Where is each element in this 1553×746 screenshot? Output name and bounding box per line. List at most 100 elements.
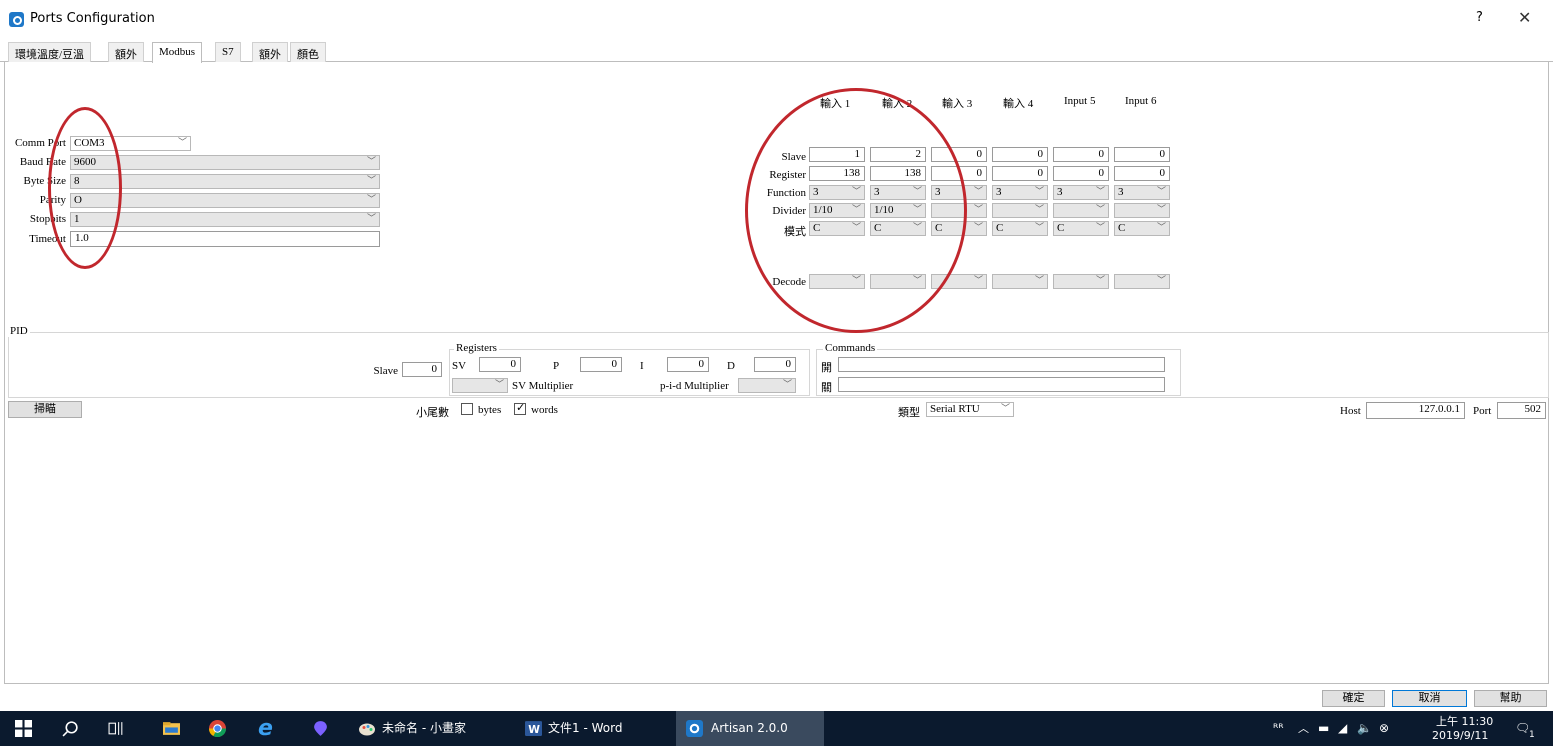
scan-button[interactable]: 掃瞄 bbox=[8, 401, 82, 418]
chevron-down-icon: ﹀ bbox=[1156, 205, 1166, 215]
taskbar-item-word[interactable]: 文件1 - Word bbox=[548, 711, 622, 746]
function-select-6[interactable]: 3 ﹀ bbox=[1114, 185, 1170, 200]
register-input-4[interactable]: 0 bbox=[992, 166, 1048, 181]
input-3-header: 輸入 3 bbox=[942, 98, 973, 110]
function-select-5[interactable]: 3 ﹀ bbox=[1053, 185, 1109, 200]
search-icon[interactable] bbox=[62, 720, 79, 737]
chevron-down-icon: ﹀ bbox=[1000, 404, 1010, 414]
chevron-down-icon: ﹀ bbox=[494, 380, 504, 390]
close-icon[interactable]: ✕ bbox=[1518, 8, 1531, 27]
off-command-label: 關 bbox=[821, 382, 832, 394]
on-command-input[interactable] bbox=[838, 357, 1165, 372]
pid-multiplier-select[interactable]: ﹀ bbox=[738, 378, 796, 393]
taskbar-item-paint[interactable]: 未命名 - 小畫家 bbox=[382, 711, 466, 746]
mode-select-6[interactable]: C ﹀ bbox=[1114, 221, 1170, 236]
maps-pin-icon[interactable] bbox=[312, 720, 329, 737]
function-select-4[interactable]: 3 ﹀ bbox=[992, 185, 1048, 200]
decode-select-4[interactable]: ﹀ bbox=[992, 274, 1048, 289]
divider-select-5[interactable]: ﹀ bbox=[1053, 203, 1109, 218]
divider-select-4[interactable]: ﹀ bbox=[992, 203, 1048, 218]
notification-icon[interactable]: 🗨 bbox=[1515, 711, 1530, 746]
register-input-6[interactable]: 0 bbox=[1114, 166, 1170, 181]
tab-color[interactable]: 顏色 bbox=[290, 42, 326, 62]
pid-multiplier-label: p-i-d Multiplier bbox=[660, 380, 729, 392]
p-input[interactable]: 0 bbox=[580, 357, 622, 372]
chevron-down-icon: ﹀ bbox=[1034, 187, 1044, 197]
svg-text:W: W bbox=[528, 723, 540, 736]
host-input[interactable]: 127.0.0.1 bbox=[1366, 402, 1465, 419]
registers-group-title: Registers bbox=[454, 342, 499, 354]
sv-input[interactable]: 0 bbox=[479, 357, 521, 372]
chevron-down-icon: ﹀ bbox=[973, 187, 983, 197]
taskbar: e 未命名 - 小畫家 W 文件1 - Word Artisan 2.0.0 ᴿ… bbox=[0, 711, 1553, 746]
chevron-down-icon: ﹀ bbox=[1156, 187, 1166, 197]
tab-modbus[interactable]: Modbus bbox=[152, 42, 203, 63]
battery-icon[interactable]: ▬ bbox=[1318, 711, 1329, 746]
ok-button[interactable]: 確定 bbox=[1322, 690, 1385, 707]
off-command-input[interactable] bbox=[838, 377, 1165, 392]
mode-select-4[interactable]: C ﹀ bbox=[992, 221, 1048, 236]
pid-slave-input[interactable]: 0 bbox=[402, 362, 442, 377]
annotation-ellipse-inputs bbox=[745, 88, 967, 333]
port-input[interactable]: 502 bbox=[1497, 402, 1546, 419]
mode-select-5[interactable]: C ﹀ bbox=[1053, 221, 1109, 236]
chevron-down-icon: ﹀ bbox=[366, 157, 376, 167]
window-titlebar: Ports Configuration ? ✕ bbox=[0, 0, 1553, 36]
type-select[interactable]: Serial RTU ﹀ bbox=[926, 402, 1014, 417]
people-icon[interactable]: ᴿᴿ bbox=[1273, 711, 1284, 746]
taskbar-artisan-label: Artisan 2.0.0 bbox=[711, 721, 788, 735]
task-view-icon[interactable] bbox=[108, 720, 125, 737]
tab-ambient-bean-temp[interactable]: 環境溫度/豆溫 bbox=[8, 42, 92, 62]
word-icon: W bbox=[525, 721, 542, 736]
decode-select-6[interactable]: ﹀ bbox=[1114, 274, 1170, 289]
paint-icon bbox=[359, 723, 375, 736]
annotation-ellipse-serial bbox=[48, 107, 122, 269]
slave-input-5[interactable]: 0 bbox=[1053, 147, 1109, 162]
sv-multiplier-select[interactable]: ﹀ bbox=[452, 378, 508, 393]
chevron-down-icon: ﹀ bbox=[973, 205, 983, 215]
windows-start-icon[interactable] bbox=[15, 720, 32, 737]
help-icon[interactable]: ? bbox=[1476, 10, 1483, 25]
slave-input-6[interactable]: 0 bbox=[1114, 147, 1170, 162]
file-explorer-icon[interactable] bbox=[163, 720, 180, 737]
chevron-down-icon: ﹀ bbox=[1095, 223, 1105, 233]
chevron-down-icon: ﹀ bbox=[973, 223, 983, 233]
i-input[interactable]: 0 bbox=[667, 357, 709, 372]
chrome-icon[interactable] bbox=[209, 720, 226, 737]
notification-count: 1 bbox=[1529, 730, 1535, 740]
bytes-checkbox[interactable] bbox=[461, 403, 473, 415]
d-label: D bbox=[727, 360, 735, 372]
edge-icon[interactable]: e bbox=[258, 711, 273, 746]
taskbar-item-artisan-active[interactable]: Artisan 2.0.0 bbox=[676, 711, 824, 746]
decode-select-5[interactable]: ﹀ bbox=[1053, 274, 1109, 289]
tray-chevron-up-icon[interactable]: ︿ bbox=[1298, 711, 1309, 746]
slave-input-4[interactable]: 0 bbox=[992, 147, 1048, 162]
port-label: Port bbox=[1473, 405, 1492, 417]
chevron-down-icon: ﹀ bbox=[366, 195, 376, 205]
tab-extra[interactable]: 額外 bbox=[108, 42, 144, 62]
register-input-5[interactable]: 0 bbox=[1053, 166, 1109, 181]
divider-select-6[interactable]: ﹀ bbox=[1114, 203, 1170, 218]
chevron-down-icon: ﹀ bbox=[1034, 223, 1044, 233]
volume-icon[interactable]: 🔈 bbox=[1357, 711, 1372, 746]
words-checkbox[interactable] bbox=[514, 401, 526, 415]
chevron-down-icon: ﹀ bbox=[782, 380, 792, 390]
sv-label: SV bbox=[452, 360, 467, 372]
words-label: words bbox=[531, 404, 558, 416]
clock-date[interactable]: 2019/9/11 bbox=[1432, 718, 1488, 746]
tab-extra-2[interactable]: 額外 bbox=[252, 42, 288, 62]
artisan-app-icon bbox=[9, 12, 24, 27]
network-disconnected-icon[interactable]: ⊗ bbox=[1379, 711, 1389, 746]
wifi-icon[interactable]: ◢ bbox=[1338, 711, 1347, 746]
chevron-down-icon: ﹀ bbox=[973, 276, 983, 286]
chevron-down-icon: ﹀ bbox=[1156, 276, 1166, 286]
sv-multiplier-label: SV Multiplier bbox=[512, 380, 574, 392]
tab-s7[interactable]: S7 bbox=[215, 42, 241, 62]
commands-group-title: Commands bbox=[823, 342, 878, 354]
d-input[interactable]: 0 bbox=[754, 357, 796, 372]
timeout-input[interactable]: 1.0 bbox=[70, 231, 380, 247]
little-endian-label: 小尾數 bbox=[416, 407, 449, 419]
tab-bar: 環境溫度/豆溫 額外 Modbus S7 額外 顏色 bbox=[0, 42, 1553, 63]
chevron-down-icon: ﹀ bbox=[366, 176, 376, 186]
input-6-header: Input 6 bbox=[1125, 95, 1157, 107]
